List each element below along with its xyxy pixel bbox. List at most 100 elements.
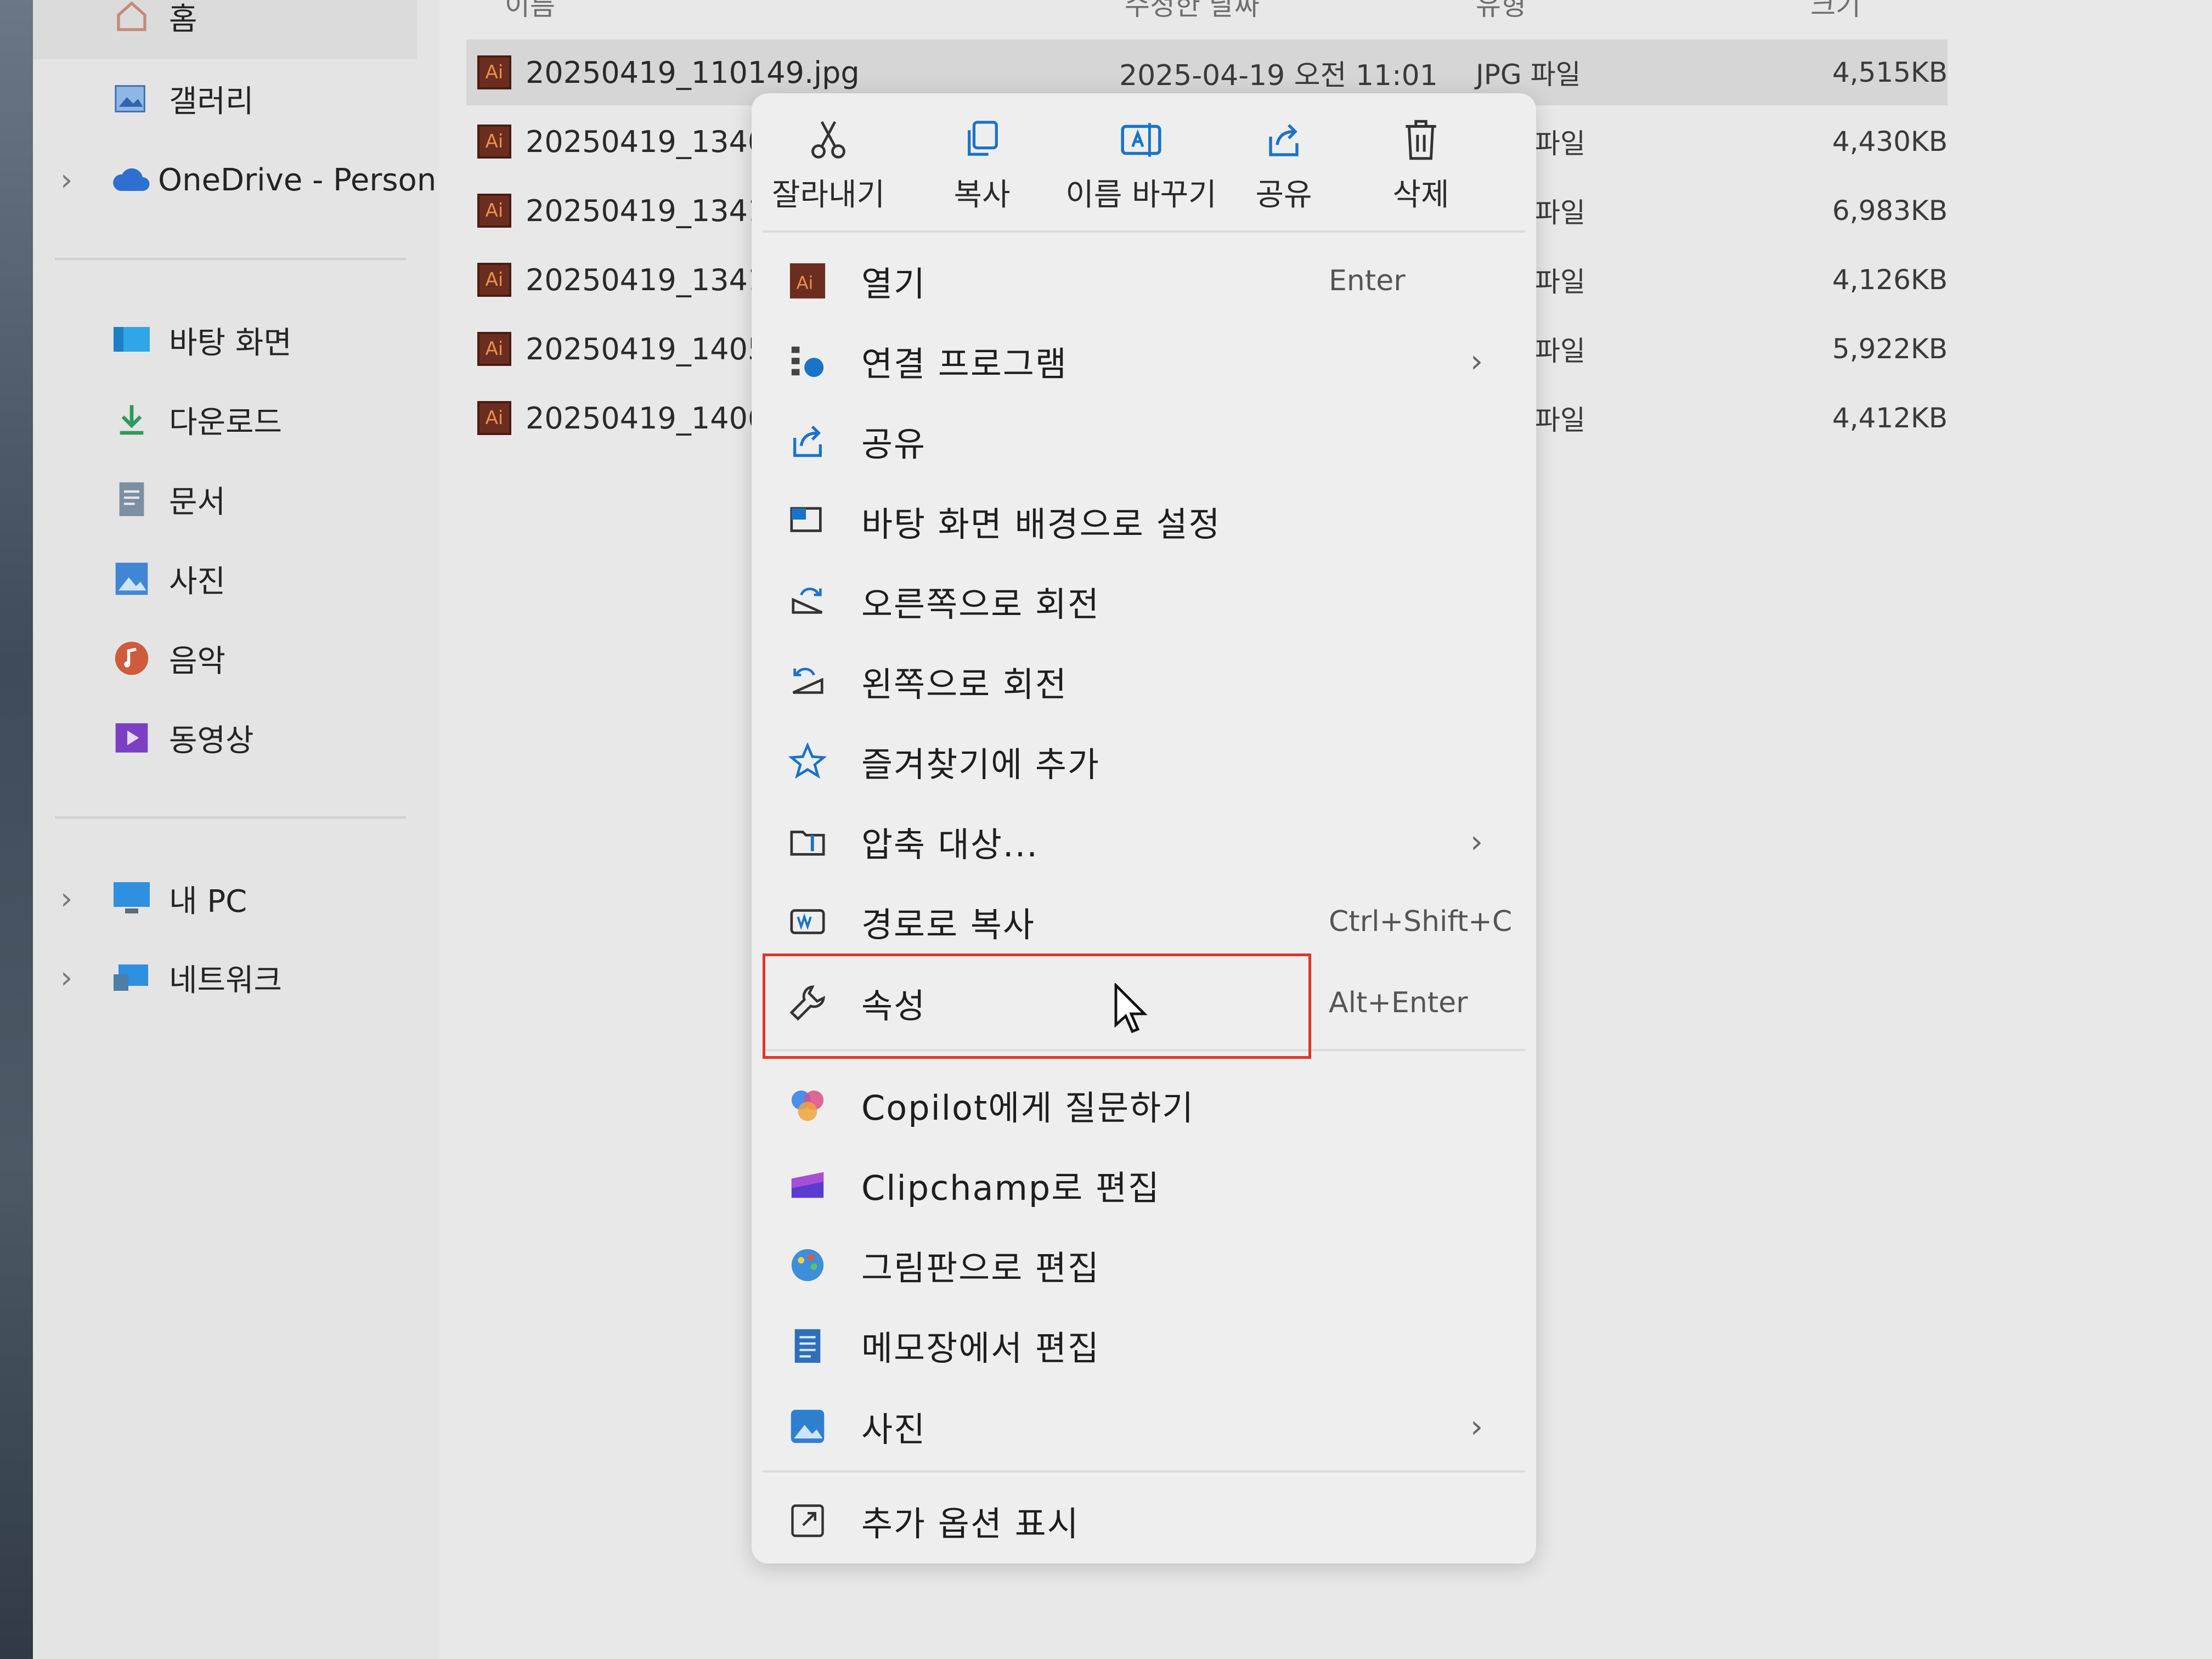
column-header-name[interactable]: 이름 (505, 0, 555, 23)
photos-icon (785, 1403, 831, 1449)
file-size: 4,430KB (1832, 126, 1948, 157)
chevron-right-icon[interactable]: › (60, 881, 72, 917)
menu-item-label: Copilot에게 질문하기 (861, 1088, 1195, 1128)
menu-item-label: 연결 프로그램 (861, 344, 1068, 384)
column-header-size[interactable]: 크기 (1810, 0, 1861, 23)
tool-label: 이름 바꾸기 (1065, 177, 1217, 213)
copy-button[interactable]: 복사 (911, 110, 1053, 230)
rotate-left-icon (785, 658, 831, 704)
sidebar-item-label: 사진 (169, 563, 226, 600)
sidebar-item-label: 다운로드 (169, 404, 283, 441)
file-date: 2025-04-19 오전 11:01 (1119, 59, 1438, 92)
sidebar-item-videos[interactable]: 동영상 📌 (110, 705, 488, 771)
menu-item-label: 왼쪽으로 회전 (861, 664, 1068, 704)
menu-item-label: 바탕 화면 배경으로 설정 (861, 504, 1221, 544)
desktop-icon (110, 318, 154, 362)
menu-item-label: 공유 (861, 424, 927, 464)
menu-item-edit-notepad[interactable]: 메모장에서 편집 (752, 1307, 1536, 1384)
trash-icon (1366, 110, 1476, 170)
menu-item-label: 사진 (861, 1409, 927, 1449)
sidebar-item-music[interactable]: 음악 📌 (110, 625, 488, 691)
paint-icon (785, 1242, 831, 1288)
menu-item-edit-clipchamp[interactable]: Clipchamp로 편집 (752, 1147, 1536, 1223)
menu-item-label: 오른쪽으로 회전 (861, 584, 1100, 624)
file-name: 20250419_1406 (526, 400, 767, 436)
sidebar-item-downloads[interactable]: 다운로드 📌 (110, 387, 488, 453)
navigation-pane: 홈 갤러리 › OneDrive - Person: 바탕 화면 📌 (33, 0, 488, 1659)
share-icon (785, 418, 831, 464)
file-name: 20250419_110149.jpg (526, 55, 860, 90)
file-size: 4,412KB (1832, 402, 1948, 434)
sidebar-item-documents[interactable]: 문서 📌 (110, 466, 488, 532)
file-name: 20250419_1340 (526, 124, 767, 159)
menu-item-shortcut: Alt+Enter (1329, 986, 1468, 1019)
context-menu: 잘라내기 복사 이름 바꾸기 공유 삭제 Ai 열기 Enter 연결 프로그램… (752, 93, 1536, 1564)
sidebar-item-network[interactable]: › 네트워크 (60, 945, 282, 1011)
menu-item-photos[interactable]: 사진 › (752, 1388, 1536, 1465)
menu-divider (763, 1470, 1525, 1472)
wallpaper-icon (785, 498, 831, 544)
file-type: 파일 (1535, 197, 1585, 229)
sidebar-item-label: 문서 (169, 484, 226, 520)
sidebar-item-desktop[interactable]: 바탕 화면 📌 (110, 307, 488, 373)
column-header-type[interactable]: 유형 (1476, 0, 1526, 23)
share-icon (1223, 110, 1344, 170)
menu-item-open-with[interactable]: 연결 프로그램 › (752, 323, 1536, 399)
notepad-icon (785, 1322, 831, 1368)
home-icon (110, 0, 154, 38)
menu-item-add-favorite[interactable]: 즐겨찾기에 추가 (752, 723, 1536, 800)
tool-label: 잘라내기 (771, 177, 885, 213)
sidebar-item-home[interactable]: 홈 (33, 0, 417, 59)
menu-item-share[interactable]: 공유 (752, 403, 1536, 479)
menu-item-label: 즐겨찾기에 추가 (861, 744, 1100, 785)
zip-folder-icon (785, 819, 831, 865)
menu-item-rotate-right[interactable]: 오른쪽으로 회전 (752, 563, 1536, 640)
divider (55, 816, 406, 819)
context-menu-toolbar: 잘라내기 복사 이름 바꾸기 공유 삭제 (752, 93, 1536, 236)
sidebar-item-pictures[interactable]: 사진 📌 (110, 546, 488, 612)
rename-button[interactable]: 이름 바꾸기 (1059, 110, 1223, 230)
chevron-right-icon[interactable]: › (60, 960, 72, 996)
sidebar-item-gallery[interactable]: 갤러리 (110, 66, 254, 132)
file-type: 파일 (1535, 128, 1585, 160)
menu-item-open[interactable]: Ai 열기 Enter (752, 242, 1536, 319)
menu-item-shortcut: Enter (1329, 264, 1406, 297)
sidebar-item-label: 내 PC (169, 883, 247, 919)
sidebar-item-label: 동영상 (169, 723, 254, 759)
copy-path-icon (785, 899, 831, 945)
mouse-cursor-icon (1114, 982, 1149, 1038)
music-icon (110, 636, 154, 680)
tool-label: 삭제 (1392, 177, 1449, 213)
video-icon (110, 716, 154, 760)
image-file-icon: Ai (477, 125, 511, 159)
highlight-annotation (763, 953, 1311, 1059)
chevron-right-icon: › (1470, 1408, 1483, 1445)
document-icon (110, 477, 154, 521)
menu-item-rotate-left[interactable]: 왼쪽으로 회전 (752, 643, 1536, 720)
file-size: 5,922KB (1832, 333, 1948, 365)
file-size: 6,983KB (1832, 195, 1948, 227)
file-type: 파일 (1535, 266, 1585, 298)
file-size: 4,515KB (1832, 57, 1948, 88)
menu-item-compress[interactable]: 압축 대상... › (752, 803, 1536, 880)
star-icon (785, 738, 831, 785)
app-icon: Ai (785, 258, 831, 304)
menu-item-ask-copilot[interactable]: Copilot에게 질문하기 (752, 1066, 1536, 1143)
delete-button[interactable]: 삭제 (1366, 110, 1476, 230)
chevron-right-icon[interactable]: › (60, 162, 72, 198)
sidebar-item-onedrive[interactable]: › OneDrive - Person: (60, 147, 447, 213)
column-header-date[interactable]: 수정한 날짜 (1125, 0, 1260, 23)
menu-item-set-wallpaper[interactable]: 바탕 화면 배경으로 설정 (752, 483, 1536, 560)
menu-item-label: 열기 (861, 264, 927, 304)
cut-button[interactable]: 잘라내기 (757, 110, 900, 230)
image-file-icon: Ai (477, 332, 511, 366)
file-name: 20250419_1341 (526, 193, 767, 228)
file-type: 파일 (1535, 404, 1585, 436)
share-button[interactable]: 공유 (1223, 110, 1344, 230)
screen: 홈 갤러리 › OneDrive - Person: 바탕 화면 📌 (0, 0, 2212, 1659)
menu-item-show-more-options[interactable]: 추가 옵션 표시 (752, 1482, 1536, 1559)
file-size: 4,126KB (1832, 264, 1948, 296)
menu-item-edit-paint[interactable]: 그림판으로 편집 (752, 1227, 1536, 1304)
sidebar-item-this-pc[interactable]: › 내 PC (60, 866, 247, 932)
menu-item-copy-path[interactable]: 경로로 복사 Ctrl+Shift+C (752, 883, 1536, 960)
